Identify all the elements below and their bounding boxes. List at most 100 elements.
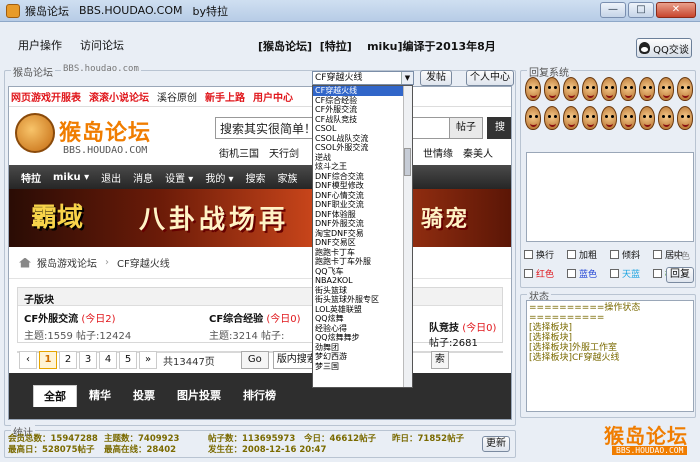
user-center-button[interactable]: 个人中心 [466,70,514,86]
forum-option[interactable]: QQ炫舞舞步 [313,333,412,343]
forum-option[interactable]: 跑跑卡丁车外服 [313,257,412,267]
userbar-logout[interactable]: 退出 [101,170,121,185]
opt-blue[interactable]: 蓝色 [567,267,610,280]
opt-newline[interactable]: 换行 [524,248,567,261]
forum-option[interactable]: 经验心得 [313,324,412,334]
forum-option[interactable]: CSOL外服交流 [313,143,412,153]
emoticon-icon[interactable] [563,77,579,101]
quick-link-3[interactable]: 世情缘 [423,145,453,160]
page-2[interactable]: 2 [59,351,77,369]
opt-skyblue[interactable]: 天蓝 [610,267,653,280]
forum-option[interactable]: 劲舞团 [313,343,412,353]
topnav-link-5[interactable]: 用户中心 [253,89,293,104]
maximize-button[interactable]: □ [628,2,654,18]
emoticon-icon[interactable] [525,77,541,101]
quick-link-1[interactable]: 街机三国 [219,145,259,160]
emoticon-icon[interactable] [563,106,579,130]
forum-option[interactable]: LOL英雄联盟 [313,305,412,315]
page-5[interactable]: 5 [119,351,137,369]
quick-link-2[interactable]: 天行剑 [269,145,299,160]
emoticon-icon[interactable] [601,106,617,130]
forum-dropdown-list[interactable]: CF穿越火线 CF综合经验 CF外服交流 CF战队竞技 CSOL CSOL战队交… [312,85,413,388]
topnav-link-3[interactable]: 溪谷原创 [157,89,197,104]
dropdown-scroll-thumb[interactable] [404,148,411,176]
forum-option[interactable]: 梦幻西游 [313,352,412,362]
topnav-link-4[interactable]: 新手上路 [205,89,245,104]
opt-bold[interactable]: 加粗 [567,248,610,261]
checkbox[interactable] [610,269,619,278]
forum-option[interactable]: DNF体验服 [313,210,412,220]
userbar-settings[interactable]: 设置 ▾ [165,170,193,185]
forum-select[interactable]: CF穿越火线 ▼ [312,71,414,85]
userbar-messages[interactable]: 消息 [133,170,153,185]
tab-ranking[interactable]: 排行榜 [233,385,286,407]
forum-option[interactable]: DNF心情交流 [313,191,412,201]
emoticon-icon[interactable] [677,106,693,130]
checkbox[interactable] [610,250,619,259]
forum-option[interactable]: 街头篮球外服专区 [313,295,412,305]
forum-option[interactable]: 炫斗之王 [313,162,412,172]
page-prev[interactable]: ‹ [19,351,37,369]
forum-option[interactable]: DNF外服交流 [313,219,412,229]
checkbox[interactable] [653,269,662,278]
close-button[interactable]: ✕ [656,2,696,18]
subforum-name[interactable]: CF综合经验 [209,314,263,325]
emoticon-icon[interactable] [525,106,541,130]
forum-option[interactable]: NBA2KOL [313,276,412,286]
minimize-button[interactable]: — [600,2,626,18]
page-go-button[interactable]: Go [240,351,269,369]
topnav-link-2[interactable]: 滚滚小说论坛 [89,89,149,104]
userbar-username[interactable]: miku ▾ [53,172,89,183]
tab-vote[interactable]: 投票 [123,385,165,407]
emoticon-icon[interactable] [544,106,560,130]
dropdown-scrollbar[interactable] [403,86,412,387]
reply-textarea[interactable] [526,152,694,242]
forum-option[interactable]: QQ飞车 [313,267,412,277]
forum-option[interactable]: DNF职业交流 [313,200,412,210]
emoticon-icon[interactable] [658,77,674,101]
tab-all[interactable]: 全部 [33,385,77,407]
emoticon-icon[interactable] [544,77,560,101]
userbar-title[interactable]: 特拉 [21,170,41,185]
tab-image-vote[interactable]: 图片投票 [167,385,231,407]
forum-option[interactable]: CF穿越火线 [313,86,412,96]
forum-option[interactable]: CF战队竞技 [313,115,412,125]
forum-option[interactable]: CSOL战队交流 [313,134,412,144]
page-1[interactable]: 1 [39,351,57,369]
userbar-mine[interactable]: 我的 ▾ [205,170,233,185]
forum-option[interactable]: 逆战 [313,153,412,163]
checkbox[interactable] [567,250,576,259]
emoticon-icon[interactable] [639,77,655,101]
emoticon-icon[interactable] [582,77,598,101]
forum-option[interactable]: 街头篮球 [313,286,412,296]
tab-digest[interactable]: 精华 [79,385,121,407]
site-search-button[interactable]: 搜 [487,117,511,139]
emoticon-icon[interactable] [639,106,655,130]
site-search-scope[interactable]: 帖子 [449,117,483,139]
checkbox[interactable] [524,250,533,259]
ad-banner[interactable]: 霸域 八卦战场再 骑宠 [9,189,511,247]
userbar-search[interactable]: 搜索 [246,170,266,185]
forum-option[interactable]: CF综合经验 [313,96,412,106]
forum-option[interactable]: DNF交易区 [313,238,412,248]
forum-option[interactable]: CSOL [313,124,412,134]
forum-option[interactable]: DNF综合交流 [313,172,412,182]
page-4[interactable]: 4 [99,351,117,369]
subforum-name[interactable]: 队竞技 [429,323,459,334]
page-3[interactable]: 3 [79,351,97,369]
subforum-item[interactable]: CF外服交流 (今日2) 主题:1559 帖子:12424 [18,306,203,342]
refresh-button[interactable]: 更新 [482,436,510,452]
board-search-button[interactable]: 索 [430,351,449,369]
breadcrumb-home[interactable]: 猴岛游戏论坛 [37,255,97,270]
forum-option[interactable]: DNF模型修改 [313,181,412,191]
checkbox[interactable] [524,269,533,278]
emoticon-icon[interactable] [601,77,617,101]
emoticon-icon[interactable] [677,77,693,101]
site-logo-text[interactable]: 猴岛论坛 [59,115,151,147]
forum-option[interactable]: 淘宝DNF交易 [313,229,412,239]
emoticon-icon[interactable] [658,106,674,130]
emoticon-icon[interactable] [620,77,636,101]
subforum-name[interactable]: CF外服交流 [24,314,78,325]
forum-option[interactable]: CF外服交流 [313,105,412,115]
forum-option[interactable]: 跑跑卡丁车 [313,248,412,258]
